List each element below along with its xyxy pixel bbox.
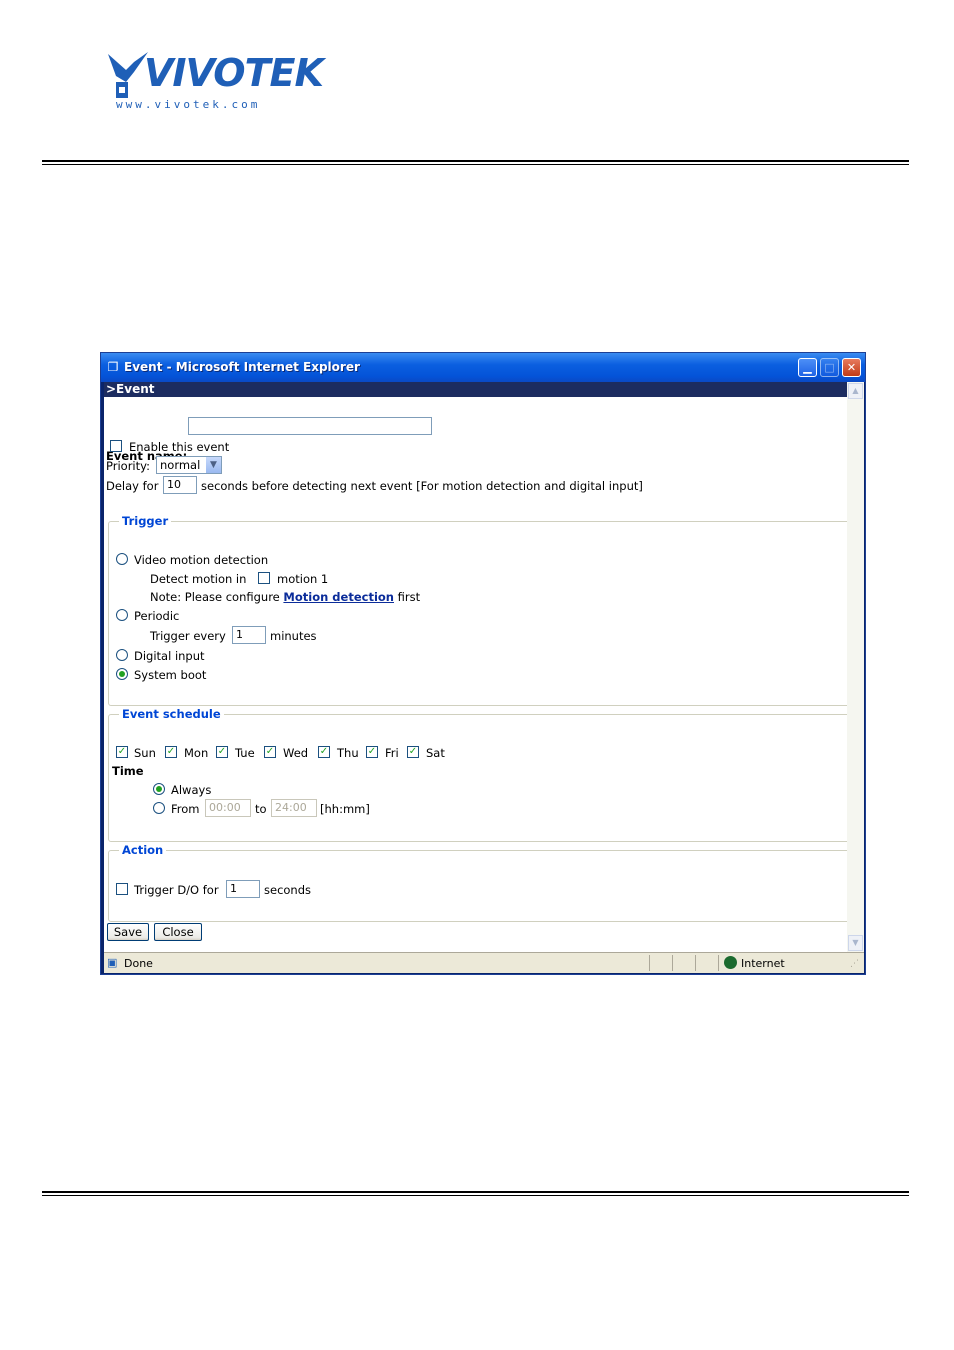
- minutes-label: minutes: [270, 629, 317, 643]
- day-wed-checkbox[interactable]: ✓: [264, 746, 276, 758]
- trigger-fieldset: Trigger: [108, 514, 850, 706]
- day-thu-checkbox[interactable]: ✓: [318, 746, 330, 758]
- from-radio[interactable]: [153, 802, 165, 814]
- scroll-down-icon[interactable]: ▼: [848, 935, 863, 951]
- browser-window: ❐ Event - Microsoft Internet Explorer ▁ …: [100, 352, 866, 975]
- status-separator: [672, 955, 673, 971]
- delay-label: Delay for: [106, 479, 159, 493]
- day-tue-checkbox[interactable]: ✓: [216, 746, 228, 758]
- scroll-up-icon[interactable]: ▲: [848, 383, 863, 399]
- time-format-label: [hh:mm]: [320, 802, 370, 816]
- page-done-icon: ▣: [107, 956, 118, 969]
- day-wed-label: Wed: [283, 746, 309, 760]
- note-text: Note: Please configure: [150, 590, 280, 604]
- event-name-input[interactable]: [188, 417, 432, 435]
- close-button[interactable]: Close: [154, 923, 202, 941]
- day-mon-checkbox[interactable]: ✓: [165, 746, 177, 758]
- periodic-label: Periodic: [134, 609, 180, 623]
- day-sat-label: Sat: [426, 746, 445, 760]
- system-boot-radio[interactable]: [116, 668, 128, 680]
- enable-event-label: Enable this event: [129, 440, 230, 454]
- internet-zone-icon: [724, 956, 737, 969]
- priority-value: normal: [160, 458, 201, 472]
- maximize-button[interactable]: □: [820, 358, 839, 377]
- motion-detection-link[interactable]: Motion detection: [283, 590, 394, 604]
- delay-input[interactable]: 10: [163, 476, 197, 494]
- motion1-checkbox[interactable]: [258, 572, 270, 584]
- trigger-legend: Trigger: [119, 514, 172, 528]
- seconds-label: seconds: [264, 883, 312, 897]
- day-fri-checkbox[interactable]: ✓: [366, 746, 378, 758]
- status-separator: [718, 955, 719, 971]
- day-fri-label: Fri: [385, 746, 399, 760]
- resize-grip-icon[interactable]: ⋰: [850, 959, 859, 969]
- enable-event-checkbox[interactable]: [110, 440, 122, 452]
- to-label: to: [255, 802, 267, 816]
- page-header: >Event: [104, 382, 847, 397]
- action-legend: Action: [119, 843, 167, 857]
- day-sun-checkbox[interactable]: ✓: [116, 746, 128, 758]
- vertical-scrollbar[interactable]: ▲ ▼: [847, 382, 864, 952]
- title-bar[interactable]: ❐ Event - Microsoft Internet Explorer ▁ …: [101, 353, 865, 382]
- from-time-input[interactable]: 00:00: [205, 799, 251, 817]
- zone-text: Internet: [741, 957, 785, 970]
- motion1-label: motion 1: [277, 572, 329, 586]
- chevron-down-icon[interactable]: ▼: [206, 457, 221, 473]
- day-sat-checkbox[interactable]: ✓: [407, 746, 419, 758]
- event-schedule-fieldset: Event schedule: [108, 707, 850, 842]
- page-content: >Event Event name: Enable this event Pri…: [104, 382, 850, 952]
- trigger-do-checkbox[interactable]: [116, 883, 128, 895]
- time-label: Time: [112, 764, 144, 778]
- to-time-input[interactable]: 24:00: [271, 799, 317, 817]
- trigger-every-input[interactable]: 1: [232, 626, 266, 644]
- status-text: Done: [124, 957, 153, 970]
- minimize-button[interactable]: ▁: [798, 358, 817, 377]
- status-separator: [649, 955, 650, 971]
- system-boot-label: System boot: [134, 668, 207, 682]
- trigger-do-input[interactable]: 1: [226, 880, 260, 898]
- always-label: Always: [171, 783, 212, 797]
- detect-motion-label: Detect motion in: [150, 572, 247, 586]
- day-sun-label: Sun: [134, 746, 156, 760]
- day-thu-label: Thu: [337, 746, 359, 760]
- footer-rule: [42, 1191, 909, 1196]
- priority-select[interactable]: normal ▼: [156, 456, 222, 474]
- video-motion-label: Video motion detection: [134, 553, 269, 567]
- logo-url: www.vivotek.com: [116, 98, 261, 111]
- note-suffix: first: [397, 590, 421, 604]
- vivotek-logo: VIVOTEK www.vivotek.com: [104, 46, 324, 116]
- save-button[interactable]: Save: [107, 923, 149, 941]
- digital-input-label: Digital input: [134, 649, 205, 663]
- delay-description: seconds before detecting next event [For…: [201, 479, 643, 493]
- action-fieldset: Action: [108, 843, 850, 922]
- from-label: From: [171, 802, 200, 816]
- camera-logo-icon: [108, 52, 148, 98]
- header-rule: [42, 160, 909, 165]
- day-mon-label: Mon: [184, 746, 209, 760]
- day-tue-label: Tue: [235, 746, 255, 760]
- logo-brand: VIVOTEK: [144, 51, 324, 95]
- trigger-every-label: Trigger every: [150, 629, 226, 643]
- status-separator: [695, 955, 696, 971]
- periodic-radio[interactable]: [116, 609, 128, 621]
- close-window-button[interactable]: ✕: [842, 358, 861, 377]
- digital-input-radio[interactable]: [116, 649, 128, 661]
- ie-page-icon: ❐: [107, 360, 119, 374]
- schedule-legend: Event schedule: [119, 707, 224, 721]
- motion-note: Note: Please configure Motion detection …: [150, 590, 420, 604]
- always-radio[interactable]: [153, 783, 165, 795]
- priority-label: Priority:: [106, 459, 150, 473]
- video-motion-radio[interactable]: [116, 553, 128, 565]
- window-title: Event - Microsoft Internet Explorer: [124, 360, 360, 374]
- status-bar: ▣ Done Internet ⋰: [104, 952, 864, 973]
- trigger-do-label: Trigger D/O for: [134, 883, 219, 897]
